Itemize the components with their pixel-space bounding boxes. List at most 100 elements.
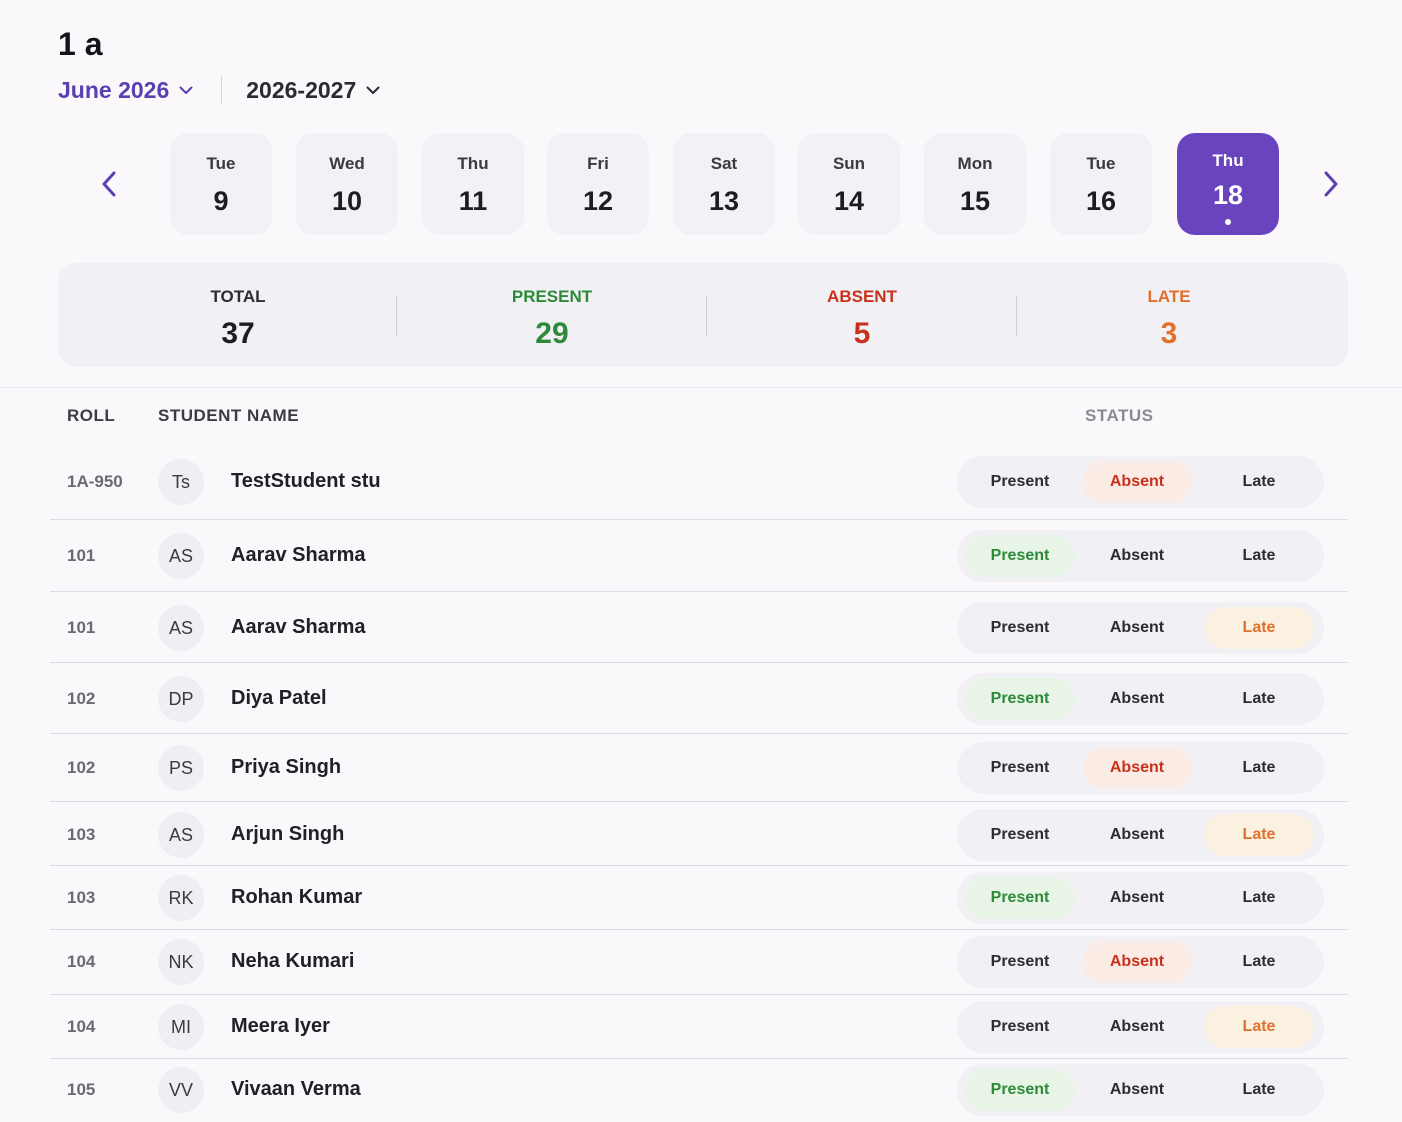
status-toggle: Present Absent Late (957, 456, 1324, 508)
status-option-present[interactable]: Present (965, 607, 1075, 649)
avatar: RK (158, 875, 204, 921)
status-option-present[interactable]: Present (965, 535, 1075, 577)
student-name: Priya Singh (231, 756, 342, 778)
date-card[interactable]: Tue 9 (170, 133, 272, 235)
status-option-late[interactable]: Late (1204, 941, 1314, 983)
year-selector[interactable]: 2026-2027 (246, 77, 380, 104)
status-option-absent[interactable]: Absent (1082, 607, 1192, 649)
status-option-late[interactable]: Late (1204, 747, 1314, 789)
status-option-present[interactable]: Present (965, 747, 1075, 789)
table-row: 103 AS Arjun Singh Present Absent Late (50, 802, 1348, 866)
status-option-late[interactable]: Late (1204, 877, 1314, 919)
status-option-absent[interactable]: Absent (1082, 535, 1192, 577)
status-option-present[interactable]: Present (965, 1006, 1075, 1048)
stat-total: TOTAL 37 (210, 263, 265, 367)
table-row: 104 MI Meera Iyer Present Absent Late (50, 995, 1348, 1059)
student-name: Arjun Singh (231, 823, 345, 845)
table-row: 1A-950 Ts TestStudent stu Present Absent Late (50, 445, 1348, 520)
status-option-present[interactable]: Present (965, 678, 1075, 720)
roll-number: 101 (67, 546, 96, 565)
status-option-late[interactable]: Late (1204, 1069, 1314, 1111)
avatar: DP (158, 676, 204, 722)
status-option-late[interactable]: Late (1204, 607, 1314, 649)
avatar: AS (158, 605, 204, 651)
table-row: 105 VV Vivaan Verma Present Absent Late (50, 1059, 1348, 1122)
roll-number: 102 (67, 689, 96, 708)
stat-late-value: 3 (1160, 317, 1178, 350)
stat-present: PRESENT 29 (512, 263, 592, 367)
date-weekday: Fri (587, 154, 609, 173)
date-weekday: Tue (206, 154, 236, 173)
date-card[interactable]: Mon 15 (924, 133, 1026, 235)
avatar: Ts (158, 459, 204, 505)
status-option-late[interactable]: Late (1204, 535, 1314, 577)
date-card[interactable]: Sat 13 (673, 133, 775, 235)
date-card[interactable]: Thu 18 (1177, 133, 1279, 235)
roll-number: 102 (67, 758, 96, 777)
status-option-absent[interactable]: Absent (1082, 747, 1192, 789)
stat-absent: ABSENT 5 (827, 263, 897, 367)
stat-absent-value: 5 (853, 317, 871, 350)
class-title: 1 a (58, 26, 103, 62)
status-option-late[interactable]: Late (1204, 678, 1314, 720)
status-option-late[interactable]: Late (1204, 1006, 1314, 1048)
next-week-button[interactable] (1316, 169, 1346, 199)
status-toggle: Present Absent Late (957, 602, 1324, 654)
date-card[interactable]: Tue 16 (1050, 133, 1152, 235)
avatar: AS (158, 533, 204, 579)
month-selector[interactable]: June 2026 (58, 77, 193, 104)
roll-number: 104 (67, 952, 96, 971)
status-option-present[interactable]: Present (965, 877, 1075, 919)
status-option-absent[interactable]: Absent (1082, 941, 1192, 983)
date-number: 9 (213, 186, 229, 216)
student-name: Neha Kumari (231, 950, 355, 972)
chevron-down-icon (179, 86, 193, 94)
table-row: 102 PS Priya Singh Present Absent Late (50, 734, 1348, 802)
student-name: Meera Iyer (231, 1015, 330, 1037)
date-card[interactable]: Fri 12 (547, 133, 649, 235)
status-option-present[interactable]: Present (965, 1069, 1075, 1111)
status-option-absent[interactable]: Absent (1082, 1069, 1192, 1111)
previous-week-button[interactable] (94, 169, 124, 199)
status-option-absent[interactable]: Absent (1082, 1006, 1192, 1048)
date-number: 12 (582, 186, 614, 216)
stat-late-label: LATE (1147, 287, 1191, 306)
status-option-present[interactable]: Present (965, 461, 1075, 503)
status-toggle: Present Absent Late (957, 742, 1324, 794)
status-toggle: Present Absent Late (957, 1001, 1324, 1053)
column-header-student-name: STUDENT NAME (158, 406, 300, 425)
date-number: 11 (458, 186, 488, 216)
status-option-late[interactable]: Late (1204, 461, 1314, 503)
chevron-right-icon (1324, 171, 1338, 197)
table-row: 102 DP Diya Patel Present Absent Late (50, 663, 1348, 734)
selected-date-indicator (1225, 219, 1231, 225)
student-name: Aarav Sharma (231, 544, 366, 566)
table-row: 101 AS Aarav Sharma Present Absent Late (50, 520, 1348, 592)
date-strip: Tue 9 Wed 10 Thu 11 Fri 12 Sat 13 Sun 14 Mon 15 Tue 16 T… (0, 133, 1402, 235)
student-name: Rohan Kumar (231, 886, 363, 908)
status-option-absent[interactable]: Absent (1082, 678, 1192, 720)
date-card[interactable]: Wed 10 (296, 133, 398, 235)
date-number: 13 (708, 186, 740, 216)
date-number: 18 (1212, 180, 1244, 210)
date-weekday: Mon (957, 154, 993, 173)
status-option-late[interactable]: Late (1204, 814, 1314, 856)
status-option-present[interactable]: Present (965, 941, 1075, 983)
panel-divider (0, 387, 1402, 388)
roll-number: 103 (67, 825, 96, 844)
status-option-absent[interactable]: Absent (1082, 877, 1192, 919)
avatar: NK (158, 939, 204, 985)
stat-total-label: TOTAL (210, 287, 266, 306)
date-card[interactable]: Sun 14 (798, 133, 900, 235)
date-card[interactable]: Thu 11 (422, 133, 524, 235)
table-row: 101 AS Aarav Sharma Present Absent Late (50, 592, 1348, 663)
roll-number: 101 (67, 618, 96, 637)
stat-late: LATE 3 (1147, 263, 1190, 367)
date-weekday: Thu (457, 154, 489, 173)
date-weekday: Sat (710, 154, 738, 173)
status-option-absent[interactable]: Absent (1082, 461, 1192, 503)
date-weekday: Wed (329, 154, 365, 173)
period-selectors: June 2026 2026-2027 (58, 74, 380, 106)
status-option-present[interactable]: Present (965, 814, 1075, 856)
status-option-absent[interactable]: Absent (1082, 814, 1192, 856)
